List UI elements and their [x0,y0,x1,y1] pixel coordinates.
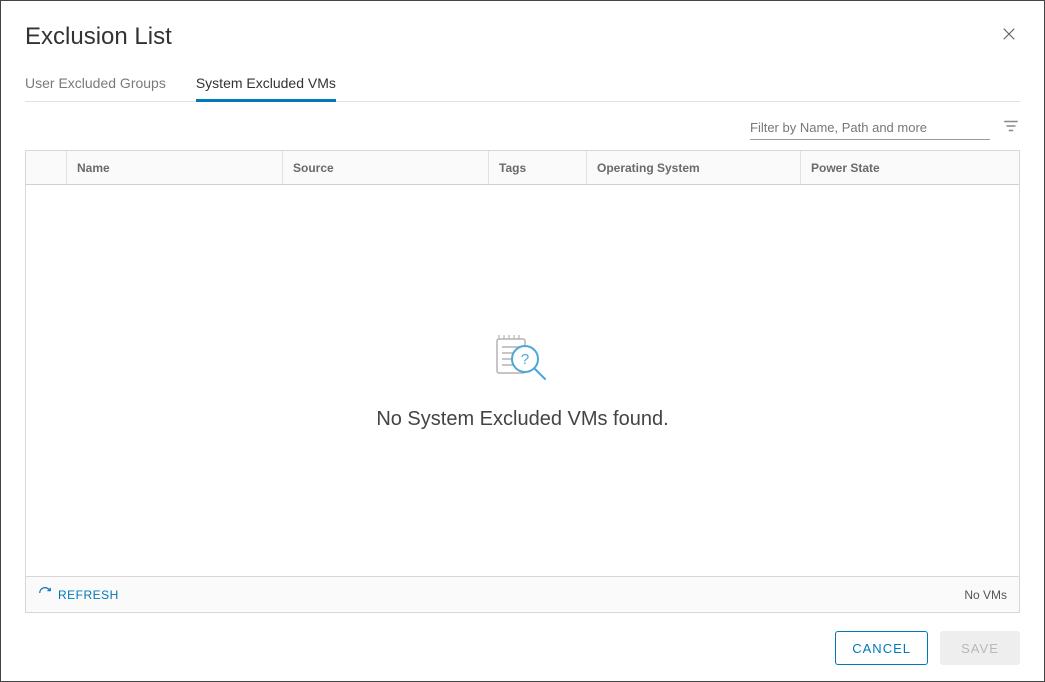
column-tags[interactable]: Tags [488,151,586,184]
dialog-title: Exclusion List [25,23,172,51]
column-source[interactable]: Source [282,151,488,184]
refresh-label: REFRESH [58,588,119,602]
grid-footer: REFRESH No VMs [26,576,1019,612]
dialog-actions: CANCEL SAVE [25,613,1020,665]
empty-message: No System Excluded VMs found. [376,408,668,431]
row-count: No VMs [964,588,1007,602]
refresh-button[interactable]: REFRESH [38,586,119,603]
tabs: User Excluded Groups System Excluded VMs [25,67,1020,102]
grid-body: ? No System Excluded VMs found. [26,185,1019,576]
column-os[interactable]: Operating System [586,151,800,184]
toolbar [25,102,1020,150]
grid-header: Name Source Tags Operating System Power … [26,151,1019,185]
empty-search-icon: ? [491,331,555,392]
filter-icon[interactable] [1002,117,1020,140]
cancel-button[interactable]: CANCEL [835,631,928,665]
refresh-icon [38,586,52,603]
close-icon[interactable] [1002,27,1020,45]
exclusion-list-dialog: Exclusion List User Excluded Groups Syst… [0,0,1045,682]
column-power[interactable]: Power State [800,151,1019,184]
filter-input[interactable] [750,116,990,140]
tab-system-excluded-vms[interactable]: System Excluded VMs [196,67,336,101]
dialog-header: Exclusion List [25,23,1020,57]
vm-grid: Name Source Tags Operating System Power … [25,150,1020,613]
column-checkbox[interactable] [26,151,66,184]
svg-text:?: ? [520,351,528,368]
save-button[interactable]: SAVE [940,631,1020,665]
column-name[interactable]: Name [66,151,282,184]
tab-user-excluded-groups[interactable]: User Excluded Groups [25,67,166,101]
